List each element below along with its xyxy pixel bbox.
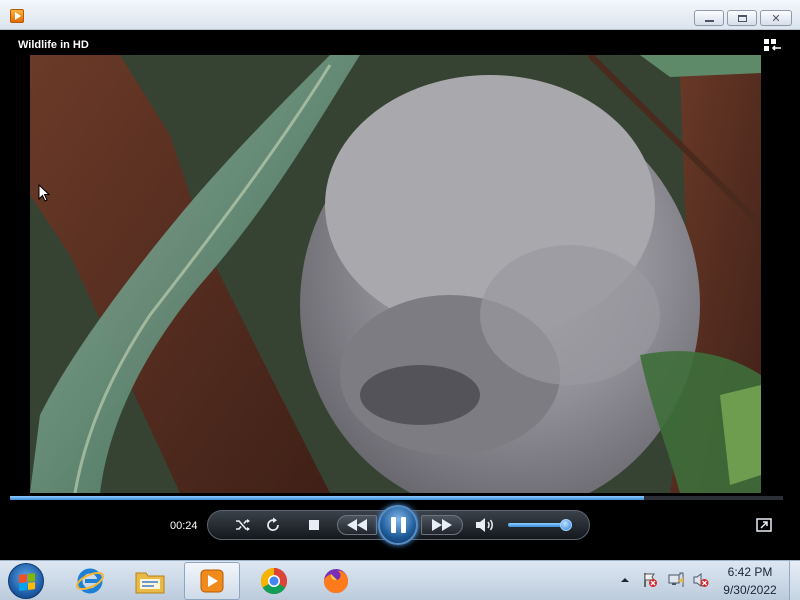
minimize-icon [704, 19, 714, 22]
chrome-icon [260, 567, 288, 595]
clock-time[interactable]: 6:42 PM [720, 565, 780, 579]
show-desktop-button[interactable] [789, 561, 800, 600]
repeat-icon [267, 517, 279, 531]
previous-icon [347, 519, 367, 531]
media-player-icon [10, 9, 24, 23]
action-center-flag-icon[interactable] [642, 572, 658, 588]
seek-bar[interactable] [10, 496, 783, 500]
firefox-icon [324, 569, 348, 593]
close-button[interactable]: ✕ [760, 10, 792, 26]
folder-icon [135, 572, 165, 594]
volume-level [508, 523, 566, 527]
media-title: Wildlife in HD [18, 39, 89, 51]
maximize-icon [737, 14, 747, 22]
stop-icon [309, 520, 319, 530]
close-icon: ✕ [771, 11, 781, 25]
media-player-icon [200, 569, 224, 593]
minimize-button[interactable] [694, 10, 724, 26]
volume-slider[interactable] [508, 519, 576, 531]
network-icon[interactable] [668, 572, 684, 588]
fullscreen-button[interactable] [756, 518, 772, 532]
seek-progress [10, 496, 644, 500]
switch-to-library-icon[interactable] [764, 39, 782, 53]
clock-date[interactable]: 9/30/2022 [716, 583, 784, 597]
shuffle-button[interactable] [235, 516, 251, 534]
shuffle-icon [236, 519, 250, 531]
pause-icon [390, 517, 406, 533]
elapsed-time: 00:24 [170, 520, 198, 532]
start-button[interactable] [8, 563, 44, 599]
previous-button[interactable] [337, 515, 377, 535]
volume-muted-icon[interactable] [693, 572, 709, 588]
taskbar-firefox[interactable] [308, 562, 364, 600]
show-hidden-icons-icon[interactable] [620, 575, 630, 585]
internet-explorer-icon [76, 568, 104, 594]
play-pause-button[interactable] [378, 505, 418, 545]
mute-button[interactable] [475, 516, 495, 534]
speaker-icon [476, 518, 493, 532]
taskbar-google-chrome[interactable] [246, 562, 302, 600]
volume-thumb[interactable] [559, 519, 572, 531]
windows-logo-icon [19, 573, 35, 591]
video-content [30, 55, 761, 493]
repeat-button[interactable] [264, 516, 282, 534]
mouse-cursor-icon [38, 184, 50, 202]
maximize-button[interactable] [727, 10, 757, 26]
taskbar-internet-explorer[interactable] [62, 562, 118, 600]
stop-button[interactable] [305, 516, 323, 534]
window-titlebar[interactable]: ✕ [0, 0, 800, 30]
next-icon [432, 519, 452, 531]
fullscreen-icon [756, 518, 772, 532]
taskbar-windows-explorer[interactable] [122, 562, 178, 600]
next-button[interactable] [421, 515, 463, 535]
taskbar-windows-media-player[interactable] [184, 562, 240, 600]
video-frame[interactable] [30, 55, 761, 493]
